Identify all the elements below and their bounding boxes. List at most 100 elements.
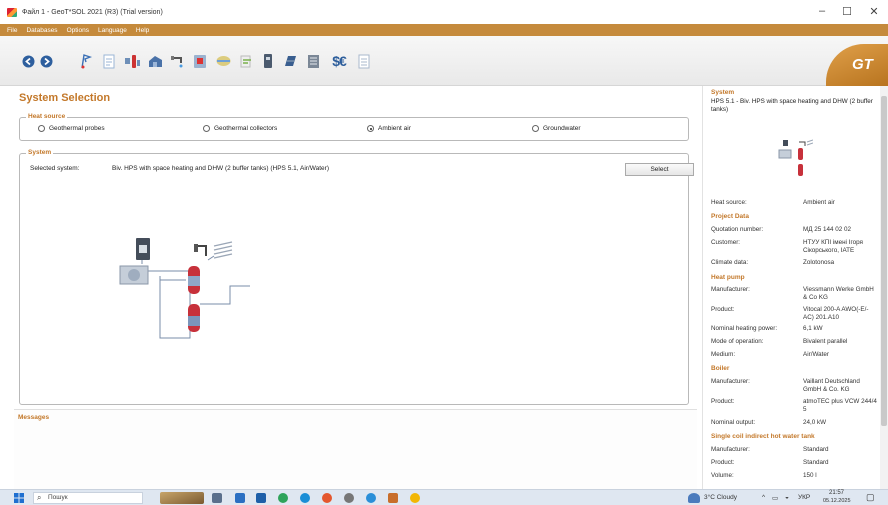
tank-manufacturer-value: Standard (803, 446, 829, 453)
menu-databases[interactable]: Databases (26, 27, 57, 34)
language-indicator[interactable]: УКР (798, 494, 810, 501)
edge-icon[interactable] (278, 493, 288, 503)
tap-water-icon[interactable] (169, 52, 185, 70)
system-legend: System (26, 149, 54, 156)
boiler-manufacturer-key: Manufacturer: (711, 378, 750, 385)
explorer-icon[interactable] (235, 493, 245, 503)
radio-ambient-air[interactable]: Ambient air (367, 125, 411, 132)
quotation-key: Quotation number: (711, 226, 764, 233)
hp-power-value: 6,1 kW (803, 325, 823, 332)
radio-button[interactable] (532, 125, 539, 132)
tank-icon[interactable] (215, 52, 231, 70)
radio-label: Geothermal probes (49, 125, 105, 132)
radio-label: Ambient air (378, 125, 411, 132)
tank-volume-value: 150 l (803, 472, 817, 479)
project-data-heading: Project Data (711, 213, 749, 220)
tank-product-value: Standard (803, 459, 829, 466)
menu-file[interactable]: File (7, 27, 17, 34)
weather-text[interactable]: 3°C Cloudy (704, 494, 737, 501)
radio-button[interactable] (203, 125, 210, 132)
hp-mode-value: Bivalent parallel (803, 338, 848, 345)
radio-button-selected[interactable] (367, 125, 374, 132)
boiler-product-value: atmoTEC plus VCW 244/4 5 (803, 398, 877, 413)
taskbar: ⌕ Пошук 3°C Cloudy ^ ▭ ◒ УКР 21:57 05.12… (0, 489, 888, 505)
hp-mode-key: Mode of operation: (711, 338, 764, 345)
selected-system-value: Biv. HPS with space heating and DHW (2 b… (112, 165, 329, 172)
hp-medium-key: Medium: (711, 351, 736, 358)
radio-label: Groundwater (543, 125, 581, 132)
economics-icon[interactable]: $€ (325, 52, 353, 70)
radio-geothermal-probes[interactable]: Geothermal probes (38, 125, 105, 132)
menu-help[interactable]: Help (136, 27, 149, 34)
maximize-button[interactable]: ☐ (833, 5, 861, 18)
location-icon[interactable] (78, 52, 94, 70)
system-selection-panel: System Selection Heat source Geothermal … (14, 88, 697, 408)
windows-start-icon[interactable] (14, 493, 24, 503)
messages-panel: Messages (14, 409, 697, 489)
telegram-icon[interactable] (366, 493, 376, 503)
boiler-product-key: Product: (711, 398, 735, 405)
climate-value: Zolotonosa (803, 259, 835, 266)
app-icon (7, 7, 17, 17)
radio-groundwater[interactable]: Groundwater (532, 125, 581, 132)
heat-pump-icon[interactable] (192, 52, 208, 70)
boiler-heading: Boiler (711, 365, 730, 372)
hp-manufacturer-value: Viessmann Werke GmbH & Co KG (803, 286, 874, 301)
taskbar-search-input[interactable]: ⌕ Пошук (33, 492, 143, 504)
building-icon[interactable] (147, 52, 163, 70)
forward-icon[interactable] (38, 52, 54, 70)
radio-label: Geothermal collectors (214, 125, 278, 132)
menu-bar: File Databases Options Language Help (0, 24, 888, 36)
tray-chevron-icon[interactable]: ^ (762, 494, 765, 501)
menu-options[interactable]: Options (67, 27, 89, 34)
boiler-icon[interactable] (260, 52, 276, 70)
search-placeholder: Пошук (48, 494, 68, 501)
radio-geothermal-collectors[interactable]: Geothermal collectors (203, 125, 277, 132)
radio-button[interactable] (38, 125, 45, 132)
hp-manufacturer-key: Manufacturer: (711, 286, 750, 293)
task-view-icon[interactable] (212, 493, 222, 503)
system-diagram (119, 238, 250, 339)
store-icon[interactable] (256, 493, 266, 503)
geotsol-taskbar-icon[interactable] (388, 493, 398, 503)
summary-system-diagram (778, 139, 813, 176)
tank-product-key: Product: (711, 459, 735, 466)
system-selection-icon[interactable] (124, 52, 140, 70)
battery-icon[interactable]: ▭ (772, 494, 778, 502)
notification-icon[interactable]: ▢ (866, 492, 875, 503)
report-icon[interactable] (356, 52, 372, 70)
close-button[interactable]: ✕ (860, 5, 888, 18)
weather-icon[interactable] (688, 493, 700, 503)
chrome-icon[interactable] (322, 493, 332, 503)
clock-date[interactable]: 05.12.2025 (823, 498, 851, 504)
solar-icon[interactable] (282, 52, 298, 70)
scrollbar-thumb[interactable] (881, 96, 887, 426)
climate-key: Climate data: (711, 259, 749, 266)
hp-medium-value: Air/Water (803, 351, 830, 358)
back-icon[interactable] (20, 52, 36, 70)
results-table-icon[interactable] (305, 52, 321, 70)
project-data-icon[interactable] (101, 52, 117, 70)
minimize-button[interactable]: – (808, 5, 836, 17)
taskbar-wallpaper-widget-icon[interactable] (160, 492, 204, 504)
browser-icon[interactable] (300, 493, 310, 503)
hot-water-tank-heading: Single coil indirect hot water tank (711, 433, 815, 440)
window-title: Файл 1 - GeoT*SOL 2021 (R3) (Trial versi… (22, 8, 163, 16)
page-title: System Selection (19, 92, 111, 104)
summary-system-heading: System (711, 89, 735, 96)
summary-panel: System HPS 5.1 - Biv. HPS with space hea… (702, 86, 880, 489)
clock-time[interactable]: 21:57 (829, 490, 844, 496)
heat-source-legend: Heat source (26, 113, 68, 120)
network-icon[interactable]: ◒ (785, 494, 789, 501)
app-taskbar-icon[interactable] (410, 493, 420, 503)
select-button[interactable]: Select (625, 163, 694, 176)
menu-language[interactable]: Language (98, 27, 127, 34)
summary-system-text: HPS 5.1 - Biv. HPS with space heating an… (711, 98, 873, 113)
heat-source-group: Heat source Geothermal probes Geothermal… (19, 113, 689, 141)
summary-scrollbar[interactable] (880, 86, 888, 489)
boiler-output-value: 24,0 kW (803, 419, 827, 426)
heat-pump-heading: Heat pump (711, 274, 745, 281)
pipe-icon[interactable] (238, 52, 254, 70)
heat-source-key: Heat source: (711, 199, 747, 206)
settings-icon[interactable] (344, 493, 354, 503)
